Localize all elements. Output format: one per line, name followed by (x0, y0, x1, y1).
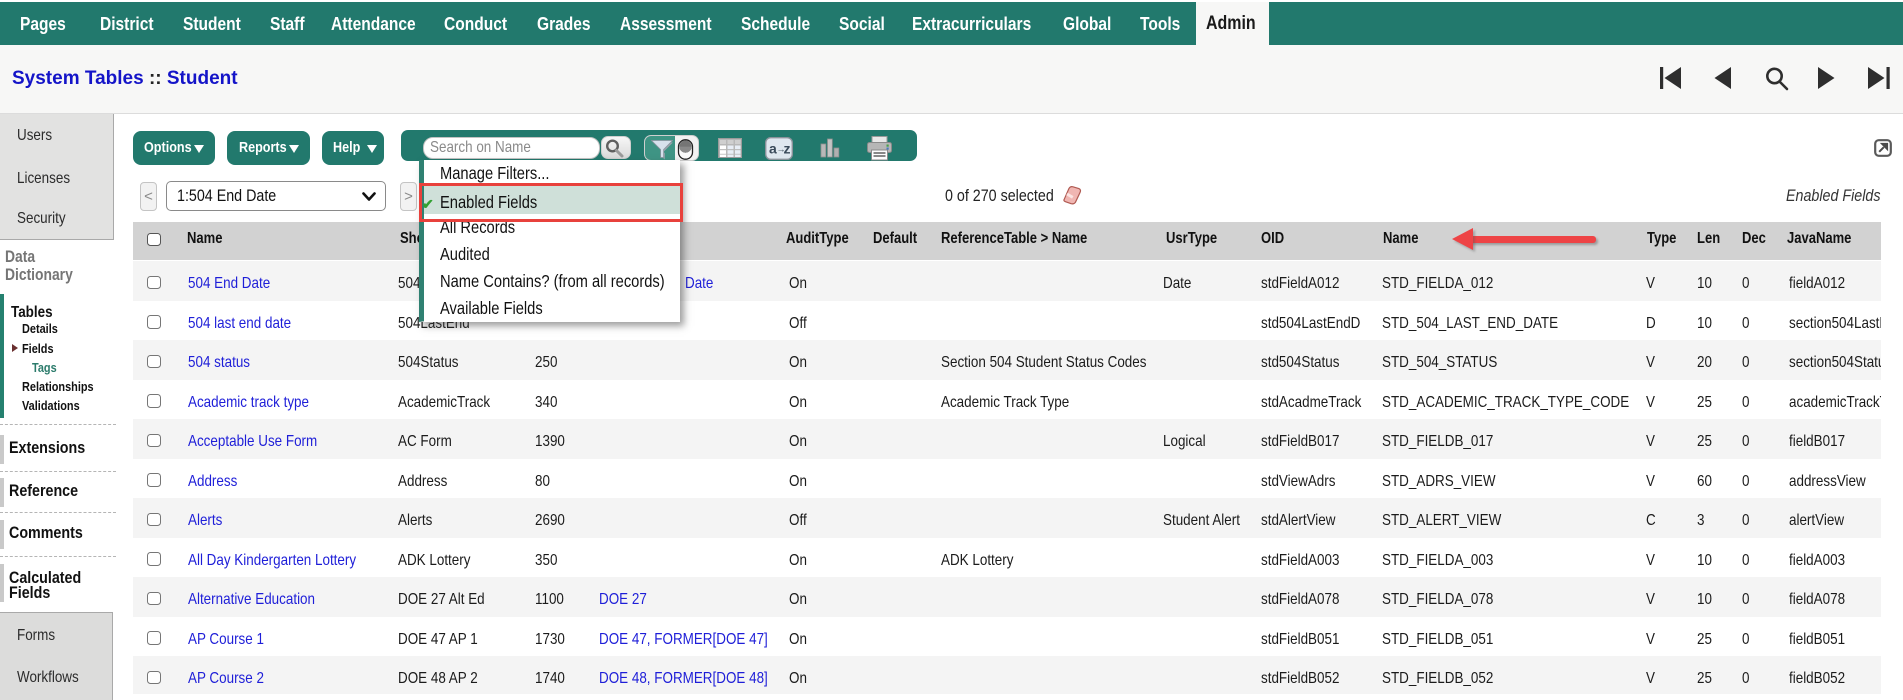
svg-text:z: z (784, 141, 791, 157)
